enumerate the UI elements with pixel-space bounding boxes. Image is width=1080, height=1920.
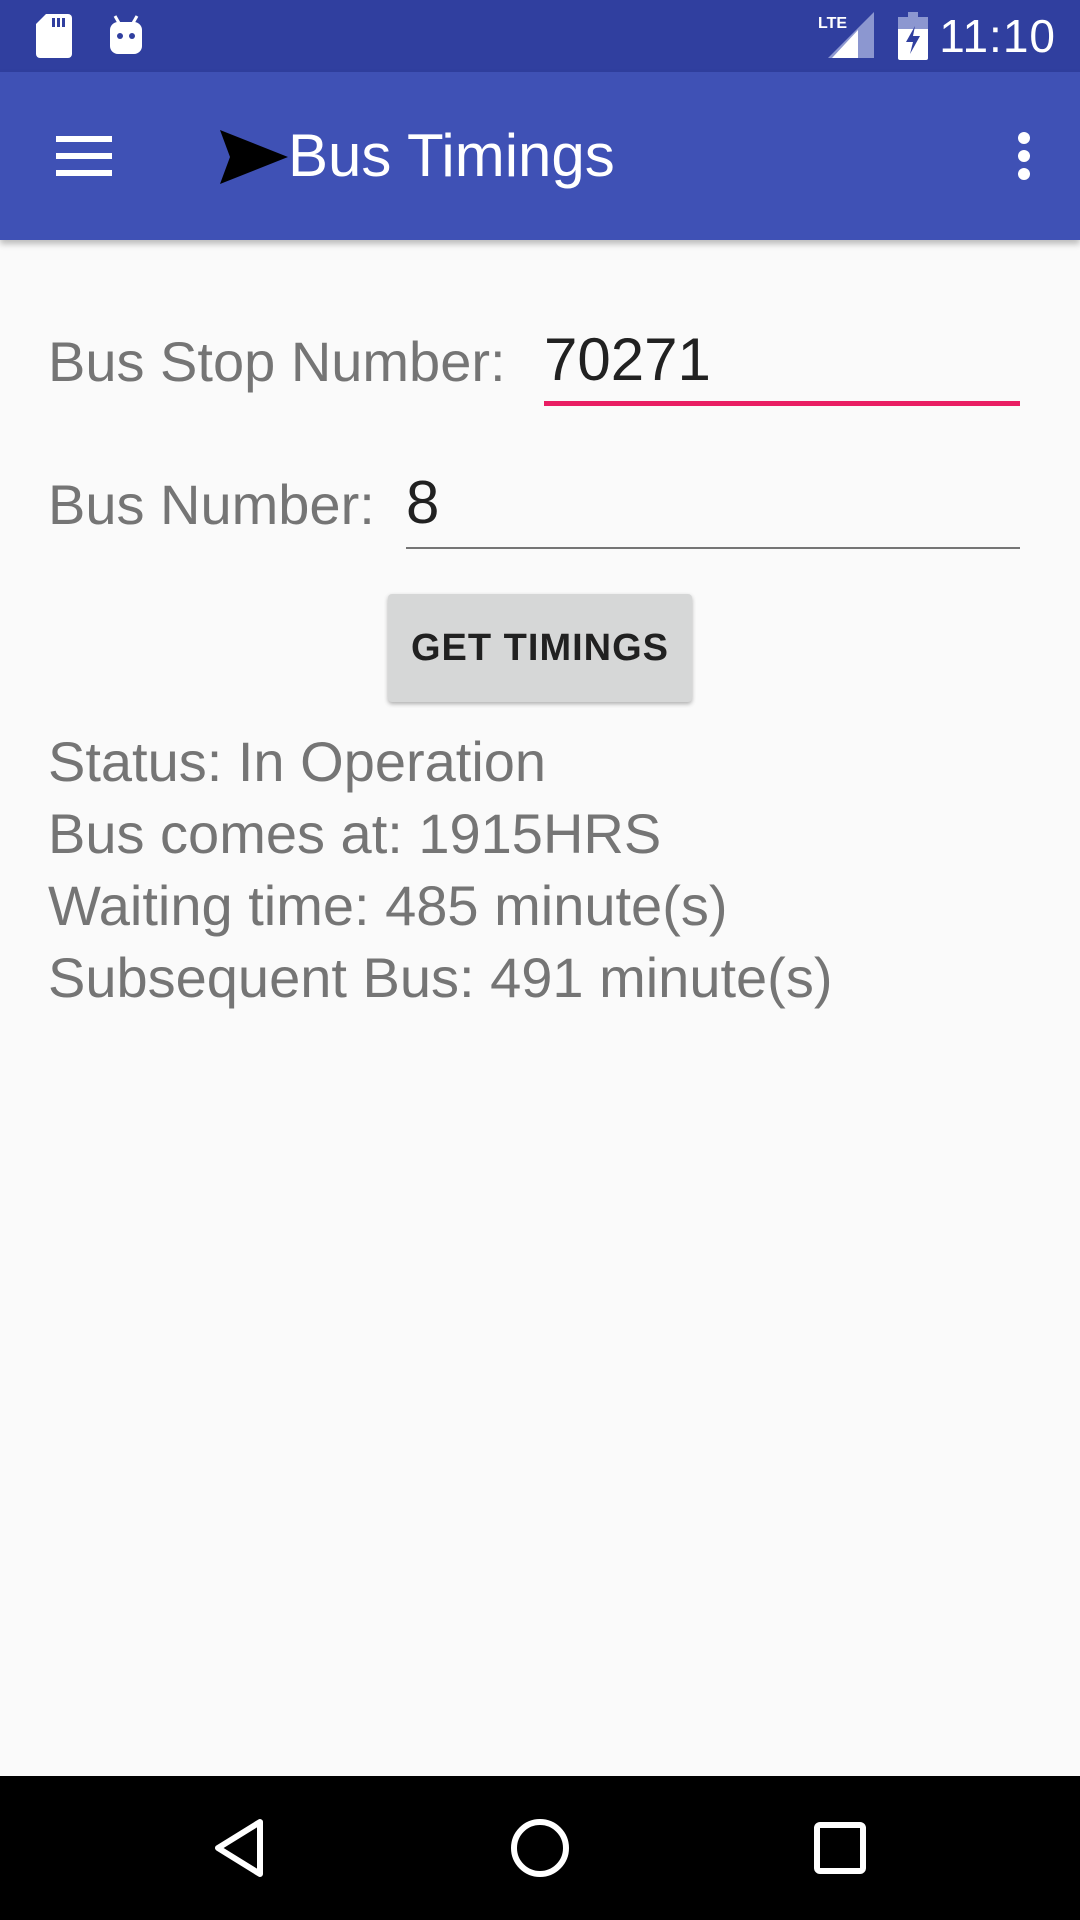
more-vert-icon[interactable]: [992, 116, 1056, 196]
bus-number-value: 8: [406, 469, 440, 536]
bus-number-label: Bus Number:: [48, 473, 375, 536]
battery-charging-icon: [898, 12, 928, 60]
subsequent-bus-text: Subsequent Bus: 491 minute(s): [48, 946, 833, 1009]
bus-stop-number-value: 70271: [544, 326, 711, 393]
get-timings-button[interactable]: GET TIMINGS: [388, 594, 692, 702]
bus-number-input[interactable]: 8: [406, 469, 1020, 549]
input-underline: [406, 547, 1020, 549]
page-title: Bus Timings: [288, 122, 615, 189]
send-icon: [220, 130, 288, 184]
status-time: 11:10: [939, 10, 1056, 62]
waiting-time-text: Waiting time: 485 minute(s): [48, 874, 728, 937]
lte-signal-icon: LTE: [818, 12, 874, 58]
arrival-time-text: Bus comes at: 1915HRS: [48, 802, 662, 865]
recents-icon[interactable]: [804, 1812, 876, 1884]
back-icon[interactable]: [204, 1812, 276, 1884]
app-bar: Bus Timings: [0, 72, 1080, 240]
home-icon[interactable]: [504, 1812, 576, 1884]
navigation-bar: [0, 1776, 1080, 1920]
android-debug-icon: [110, 15, 142, 54]
status-text: Status: In Operation: [48, 730, 547, 793]
bus-stop-number-input[interactable]: 70271: [544, 326, 1020, 406]
bus-stop-number-label: Bus Stop Number:: [48, 330, 506, 393]
sd-card-icon: [36, 14, 72, 58]
input-underline-focused: [544, 401, 1020, 406]
lte-label: LTE: [818, 15, 847, 32]
hamburger-menu-icon[interactable]: [40, 116, 120, 196]
status-bar: LTE 11:10: [0, 0, 1080, 72]
screen: LTE 11:10 Bus Timings Bus Stop Number: 7…: [0, 0, 1080, 1920]
